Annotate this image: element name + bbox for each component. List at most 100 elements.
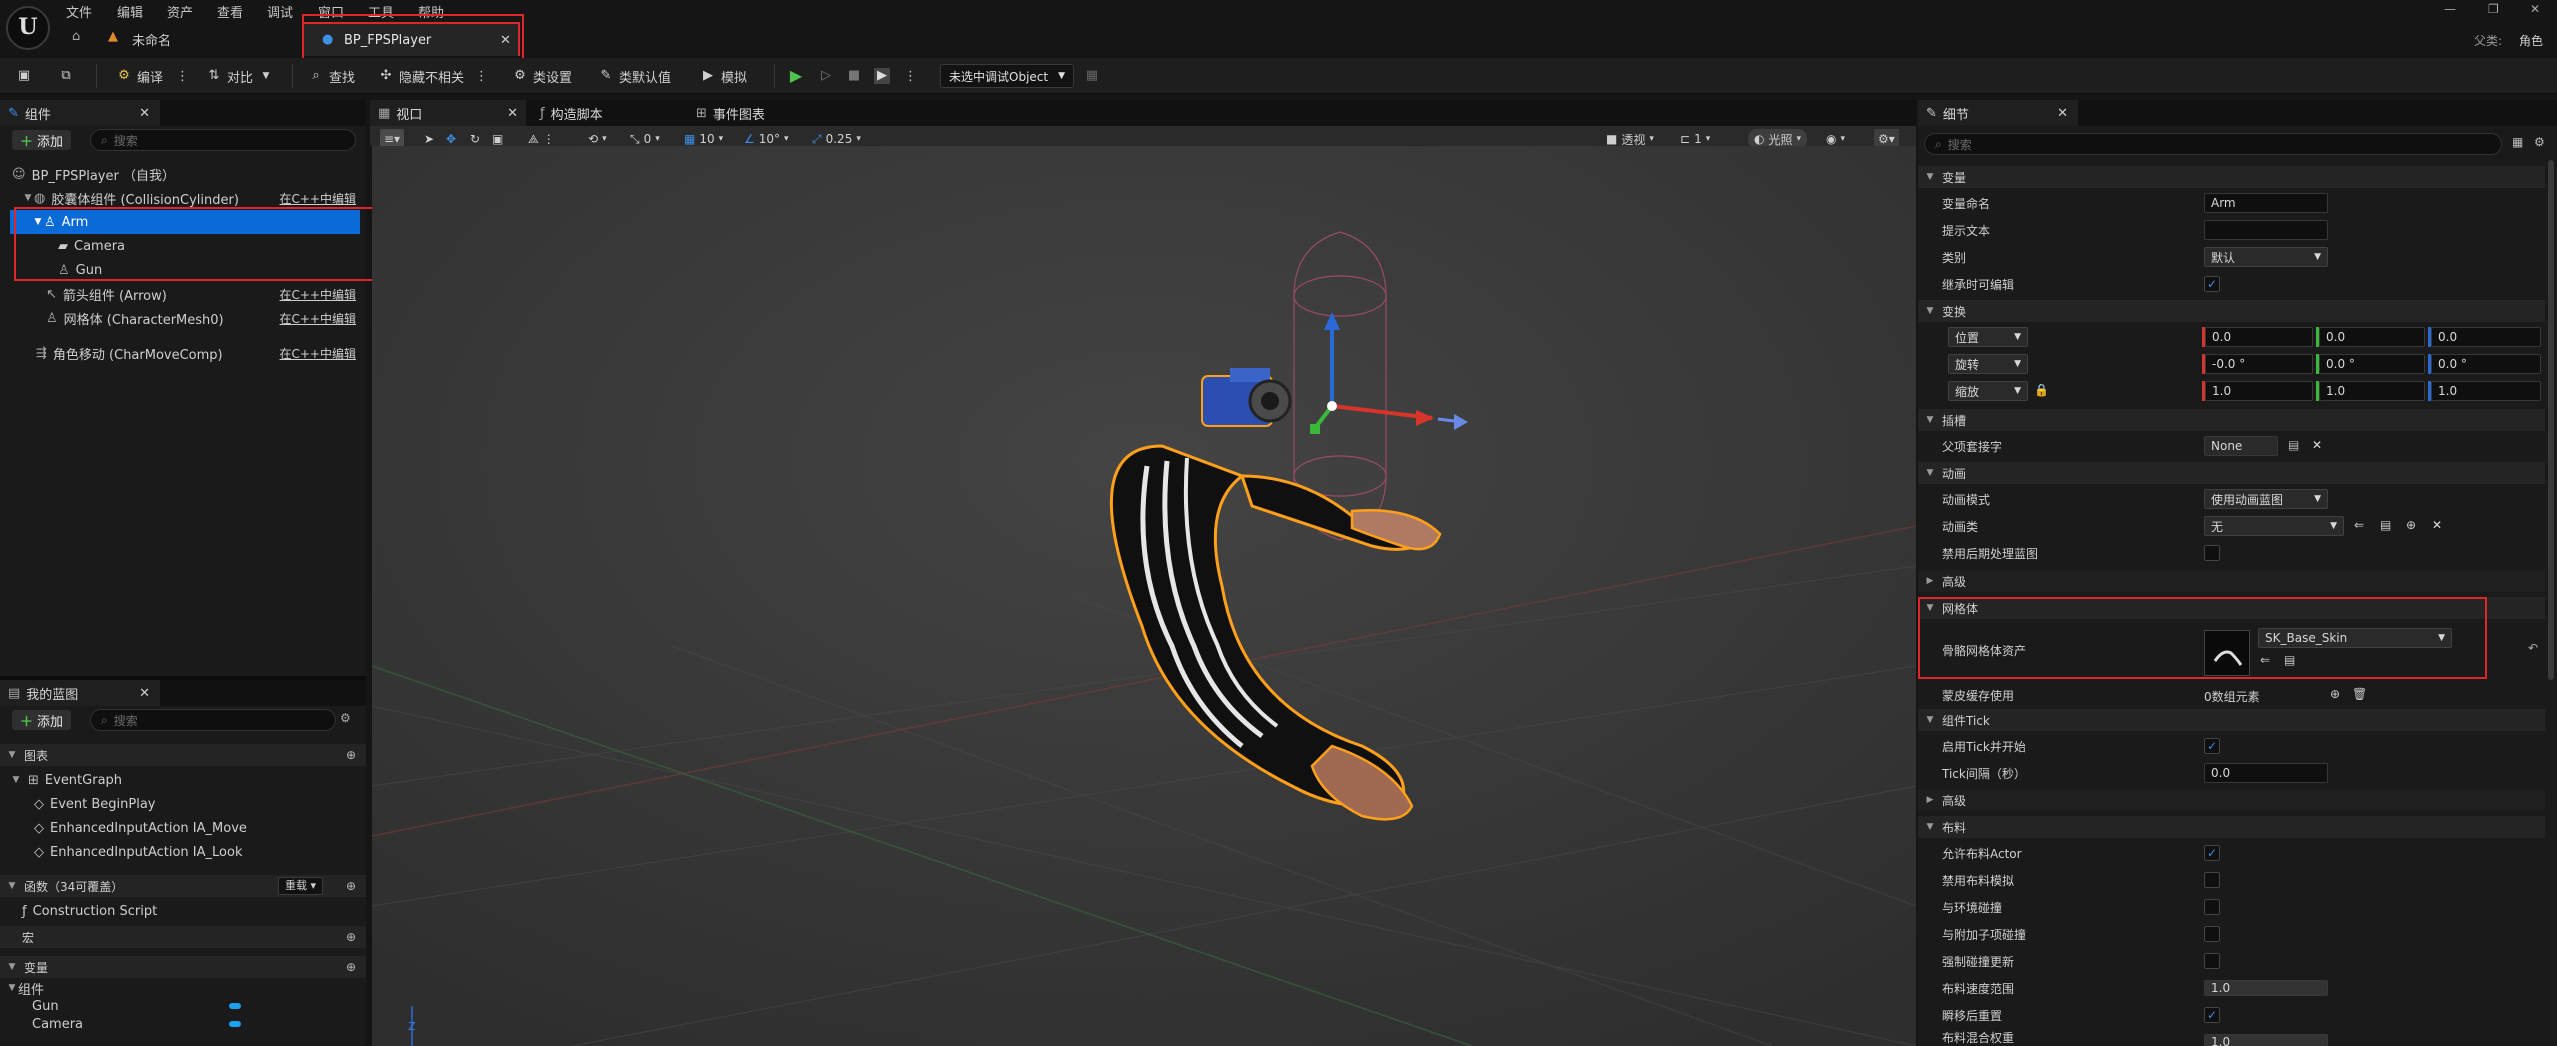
graph-item[interactable]: ◇ EnhancedInputAction IA_Move xyxy=(0,816,366,840)
scale-mode-select[interactable]: 缩放 ▼ xyxy=(1948,381,2028,401)
add-icon[interactable]: ⊕ xyxy=(2330,687,2340,701)
variable-item[interactable]: Gun xyxy=(0,996,366,1016)
scale-z-input[interactable]: 1.0 xyxy=(2431,381,2541,401)
scale-x-input[interactable]: 1.0 xyxy=(2205,381,2313,401)
teleport-reset-checkbox[interactable]: ✓ xyxy=(2204,1007,2220,1023)
components-search-input[interactable]: ⌕ 搜索 xyxy=(90,129,356,151)
gear-icon[interactable]: ⚙ xyxy=(340,711,351,725)
section-transform[interactable]: ▼ 变换 xyxy=(1918,300,2545,322)
hide-unrelated-button[interactable]: ✣ 隐藏不相关 ⋮ xyxy=(378,66,488,86)
debug-filter-icon[interactable]: ▦ xyxy=(1084,66,1100,86)
find-button[interactable]: ⌕ 查找 xyxy=(308,66,355,86)
rotation-y-input[interactable]: 0.0 ° xyxy=(2319,354,2425,374)
section-advanced[interactable]: ▶ 高级 xyxy=(1918,570,2545,592)
close-icon[interactable]: ✕ xyxy=(2057,106,2068,121)
category-select[interactable]: 默认 ▼ xyxy=(2204,247,2328,267)
add-graph-icon[interactable]: ⊕ xyxy=(346,748,356,762)
tab-construction-script[interactable]: ƒ 构造脚本 xyxy=(532,100,682,126)
parent-socket-value[interactable]: None xyxy=(2204,436,2278,456)
add-variable-icon[interactable]: ⊕ xyxy=(346,960,356,974)
browse-icon[interactable]: ⧉ xyxy=(58,66,74,86)
variable-item[interactable]: Camera xyxy=(0,1014,366,1034)
lock-icon[interactable]: 🔒 xyxy=(2034,383,2049,397)
rotation-mode-select[interactable]: 旋转 ▼ xyxy=(1948,354,2028,374)
section-animation[interactable]: ▼ 动画 xyxy=(1918,462,2545,484)
parent-class-value[interactable]: 角色 xyxy=(2519,32,2543,49)
menu-debug[interactable]: 调试 xyxy=(267,2,293,21)
tab-viewport[interactable]: ▦ 视口 ✕ xyxy=(370,100,526,126)
section-advanced-2[interactable]: ▶ 高级 xyxy=(1918,789,2545,811)
location-x-input[interactable]: 0.0 xyxy=(2205,327,2313,347)
anim-mode-select[interactable]: 使用动画蓝图 ▼ xyxy=(2204,489,2328,509)
diff-button[interactable]: ⇅ 对比 ▼ xyxy=(206,66,274,86)
level-tab[interactable]: 未命名 xyxy=(132,30,171,49)
close-window-icon[interactable]: ✕ xyxy=(2530,2,2540,16)
graph-item[interactable]: ◇ EnhancedInputAction IA_Look xyxy=(0,840,366,864)
anim-class-select[interactable]: 无 ▼ xyxy=(2204,516,2344,536)
graph-item[interactable]: ◇ Event BeginPlay xyxy=(0,792,366,816)
section-sockets[interactable]: ▼ 插槽 xyxy=(1918,409,2545,431)
clear-icon[interactable]: ✕ xyxy=(2312,438,2322,452)
rotation-z-input[interactable]: 0.0 ° xyxy=(2431,354,2541,374)
override-dropdown[interactable]: 重载 ▾ xyxy=(278,877,324,895)
location-mode-select[interactable]: 位置 ▼ xyxy=(1948,327,2028,347)
class-defaults-button[interactable]: ✎ 类默认值 xyxy=(598,66,671,86)
component-char-move[interactable]: ⇶ 角色移动 (CharMoveComp) 在C++中编辑 xyxy=(0,341,366,365)
location-y-input[interactable]: 0.0 xyxy=(2319,327,2425,347)
tab-details[interactable]: ✎ 细节 ✕ xyxy=(1918,100,2078,126)
variable-name-input[interactable]: Arm xyxy=(2204,193,2328,213)
use-selected-icon[interactable]: ⇐ xyxy=(2354,518,2364,532)
graphs-section-header[interactable]: ▼ 图表 ⊕ xyxy=(0,744,366,766)
debug-object-select[interactable]: 未选中调试Object ▼ xyxy=(940,64,1074,88)
stop-icon[interactable]: ■ xyxy=(846,66,862,86)
location-z-input[interactable]: 0.0 xyxy=(2431,327,2541,347)
rotation-x-input[interactable]: -0.0 ° xyxy=(2205,354,2313,374)
menu-edit[interactable]: 编辑 xyxy=(117,2,143,21)
functions-section-header[interactable]: ▼ 函数（34可覆盖） 重载 ▾ ⊕ xyxy=(0,875,366,897)
edit-in-cpp-link[interactable]: 在C++中编辑 xyxy=(280,190,357,207)
maximize-icon[interactable]: ❐ xyxy=(2488,2,2499,16)
env-collide-checkbox[interactable] xyxy=(2204,899,2220,915)
details-search-input[interactable]: ⌕ 搜索 xyxy=(1924,133,2502,155)
close-icon[interactable]: ✕ xyxy=(139,106,150,121)
unreal-logo-icon[interactable]: U xyxy=(6,6,50,50)
function-item[interactable]: ƒ Construction Script xyxy=(0,899,366,923)
details-scrollbar[interactable] xyxy=(2548,160,2554,680)
disable-cloth-checkbox[interactable] xyxy=(2204,872,2220,888)
variable-group[interactable]: ▼ 组件 xyxy=(0,978,366,998)
cloth-blend-slider[interactable]: 1.0 xyxy=(2204,1034,2328,1046)
cloth-velocity-slider[interactable]: 1.0 xyxy=(2204,980,2328,996)
play-button[interactable]: ▶ xyxy=(788,66,804,86)
edit-in-cpp-link[interactable]: 在C++中编辑 xyxy=(280,310,357,327)
save-icon[interactable]: ▣ xyxy=(16,66,32,86)
tab-event-graph[interactable]: ⊞ 事件图表 xyxy=(688,100,848,126)
edit-in-cpp-link[interactable]: 在C++中编辑 xyxy=(280,345,357,362)
compile-button[interactable]: ⚙ 编译 ⋮ xyxy=(116,66,189,86)
step-icon[interactable]: ▷ xyxy=(818,66,834,86)
gear-icon[interactable]: ⚙ xyxy=(2534,135,2545,149)
blueprint-search-input[interactable]: ⌕ 搜索 xyxy=(90,709,336,731)
tooltip-input[interactable] xyxy=(2204,220,2328,240)
tick-start-checkbox[interactable]: ✓ xyxy=(2204,738,2220,754)
simulate-button[interactable]: ▶ 模拟 xyxy=(700,66,747,86)
section-component-tick[interactable]: ▼ 组件Tick xyxy=(1918,709,2545,731)
menu-view[interactable]: 查看 xyxy=(217,2,243,21)
clear-icon[interactable]: ✕ xyxy=(2432,518,2442,532)
component-arrow[interactable]: ↖ 箭头组件 (Arrow) 在C++中编辑 xyxy=(0,282,366,306)
add-function-icon[interactable]: ⊕ xyxy=(346,879,356,893)
add-component-button[interactable]: ＋ 添加 xyxy=(12,130,72,150)
browse-icon[interactable]: ▤ xyxy=(2380,518,2391,532)
table-view-icon[interactable]: ▦ xyxy=(2512,135,2523,149)
play-options-icon[interactable]: ⋮ xyxy=(904,66,917,86)
edit-in-cpp-link[interactable]: 在C++中编辑 xyxy=(280,286,357,303)
eject-icon[interactable]: ▶ xyxy=(874,66,890,86)
scale-y-input[interactable]: 1.0 xyxy=(2319,381,2425,401)
menu-file[interactable]: 文件 xyxy=(66,2,92,21)
delete-icon[interactable]: 🗑 xyxy=(2352,687,2367,701)
editable-checkbox[interactable]: ✓ xyxy=(2204,276,2220,292)
add-member-button[interactable]: ＋ 添加 xyxy=(12,710,72,730)
expand-icon[interactable]: ▼ xyxy=(22,193,34,203)
allow-cloth-checkbox[interactable]: ✓ xyxy=(2204,845,2220,861)
home-icon[interactable]: ⌂ xyxy=(72,29,80,44)
add-macro-icon[interactable]: ⊕ xyxy=(346,930,356,944)
